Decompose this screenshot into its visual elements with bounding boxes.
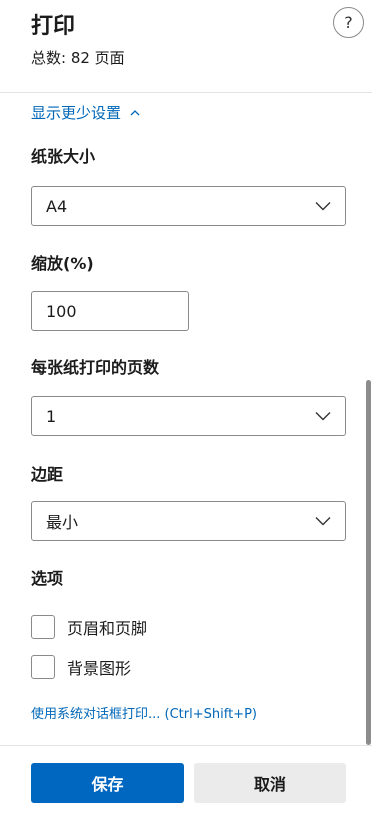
paper-size-value: A4 bbox=[46, 196, 68, 216]
pages-per-sheet-label: 每张纸打印的页数 bbox=[31, 358, 160, 377]
paper-size-label: 纸张大小 bbox=[31, 147, 96, 166]
page-title: 打印 bbox=[31, 14, 76, 39]
show-fewer-settings-label: 显示更少设置 bbox=[31, 104, 122, 122]
margins-select[interactable]: 最小 bbox=[31, 501, 346, 541]
cancel-button[interactable]: 取消 bbox=[194, 763, 346, 803]
options-label: 选项 bbox=[31, 569, 64, 588]
scrollbar-thumb[interactable] bbox=[366, 380, 371, 745]
pages-per-sheet-value: 1 bbox=[46, 406, 57, 426]
scale-value: 100 bbox=[46, 301, 77, 321]
system-dialog-link[interactable]: 使用系统对话框打印... (Ctrl+Shift+P) bbox=[31, 705, 257, 725]
chevron-up-icon bbox=[130, 110, 140, 116]
background-graphics-option[interactable]: 背景图形 bbox=[31, 655, 131, 679]
scale-input[interactable]: 100 bbox=[31, 291, 189, 331]
help-button[interactable]: ? bbox=[333, 7, 364, 38]
pages-per-sheet-select[interactable]: 1 bbox=[31, 396, 346, 436]
background-graphics-label: 背景图形 bbox=[67, 659, 132, 678]
chevron-down-icon bbox=[315, 202, 331, 211]
headers-footers-option[interactable]: 页眉和页脚 bbox=[31, 615, 147, 639]
background-graphics-checkbox[interactable] bbox=[31, 655, 55, 679]
margins-label: 边距 bbox=[31, 465, 64, 484]
header-divider bbox=[0, 92, 372, 93]
save-button[interactable]: 保存 bbox=[31, 763, 184, 803]
headers-footers-label: 页眉和页脚 bbox=[67, 619, 148, 638]
help-icon: ? bbox=[344, 13, 353, 32]
total-pages-text: 总数: 82 页面 bbox=[31, 49, 125, 67]
headers-footers-checkbox[interactable] bbox=[31, 615, 55, 639]
show-fewer-settings-link[interactable]: 显示更少设置 bbox=[31, 102, 141, 124]
scale-label: 缩放(%) bbox=[31, 254, 94, 273]
print-panel: 打印 总数: 82 页面 ? 显示更少设置 纸张大小 A4 缩放(%) 100 … bbox=[0, 0, 372, 816]
chevron-down-icon bbox=[315, 517, 331, 526]
margins-value: 最小 bbox=[46, 513, 79, 532]
chevron-down-icon bbox=[315, 412, 331, 421]
footer-divider bbox=[0, 745, 372, 746]
paper-size-select[interactable]: A4 bbox=[31, 186, 346, 226]
